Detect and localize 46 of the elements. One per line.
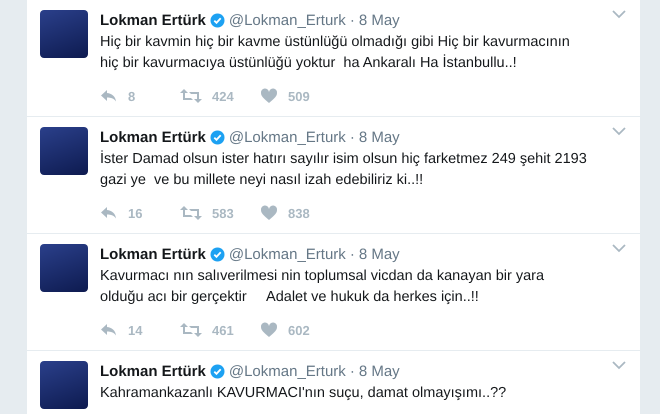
avatar-photo-placeholder[interactable] [40,244,88,292]
heart-icon[interactable] [260,322,278,338]
tweet-date[interactable]: 8 May [358,246,400,262]
heart-icon[interactable] [260,88,278,104]
like-count: 838 [288,206,310,220]
tweet-date[interactable]: 8 May [358,128,400,146]
author-name[interactable]: Lokman Ertürk [100,362,206,380]
avatar-photo-placeholder[interactable] [40,127,88,175]
reply-icon[interactable] [100,205,118,221]
tweet-text: Kavurmacı nın salıverilmesi nin toplumsal vicdan da kanayan bir yara olduğu acı bir gerçektir Adalet ve hukuk da herkes için..!! [100,267,546,307]
separator-dot: · [350,128,355,146]
avatar-photo-placeholder[interactable] [40,10,88,58]
author-handle[interactable]: @Lokman_Erturk [228,362,346,380]
retweet-icon[interactable] [180,205,202,221]
tweet-date[interactable]: 8 May [358,12,400,28]
caret-icon[interactable] [612,127,626,136]
author-name[interactable]: Lokman Ertürk [100,128,206,146]
retweet-icon[interactable] [180,322,202,338]
tweet-text: İster Damad olsun ister hatırı sayılır isim olsun hiç farketmez 249 şehit 2193 gazi ye ve bu millete neyi nasıl izah edebiliriz ki..!! [100,149,588,190]
tweet-date[interactable]: 8 May [358,362,400,380]
heart-icon[interactable] [260,205,278,221]
reply-count: 14 [128,322,142,338]
like-count: 602 [288,322,310,338]
retweet-count: 461 [212,322,234,338]
retweet-icon[interactable] [180,88,202,104]
reply-icon[interactable] [100,88,118,104]
like-count: 509 [288,88,310,104]
separator-dot: · [350,362,355,380]
retweet-count: 583 [212,206,234,220]
separator-dot: · [350,12,355,28]
reply-icon[interactable] [100,322,118,338]
reply-count: 16 [128,206,142,220]
avatar-photo-placeholder[interactable] [40,361,88,409]
reply-count: 8 [128,88,136,104]
caret-icon[interactable] [612,361,626,370]
author-name[interactable]: Lokman Ertürk [100,12,206,28]
author-handle[interactable]: @Lokman_Erturk [228,246,346,262]
separator-dot: · [350,246,355,262]
author-handle[interactable]: @Lokman_Erturk [228,128,346,146]
author-name[interactable]: Lokman Ertürk [100,246,206,262]
caret-icon[interactable] [612,10,626,19]
caret-icon[interactable] [612,244,626,253]
retweet-count: 424 [212,88,234,104]
tweet-text: Kahramankazanlı KAVURMACI'nın suçu, damat olmayışımı..?? [100,384,508,403]
tweet-text: Hiç bir kavmin hiç bir kavme üstünlüğü olmadığı gibi Hiç bir kavurmacının hiç bir kavurmacıya üstünlüğü yoktur ha Ankaralı Ha İstanbullu..! [100,33,571,73]
author-handle[interactable]: @Lokman_Erturk [228,12,346,28]
